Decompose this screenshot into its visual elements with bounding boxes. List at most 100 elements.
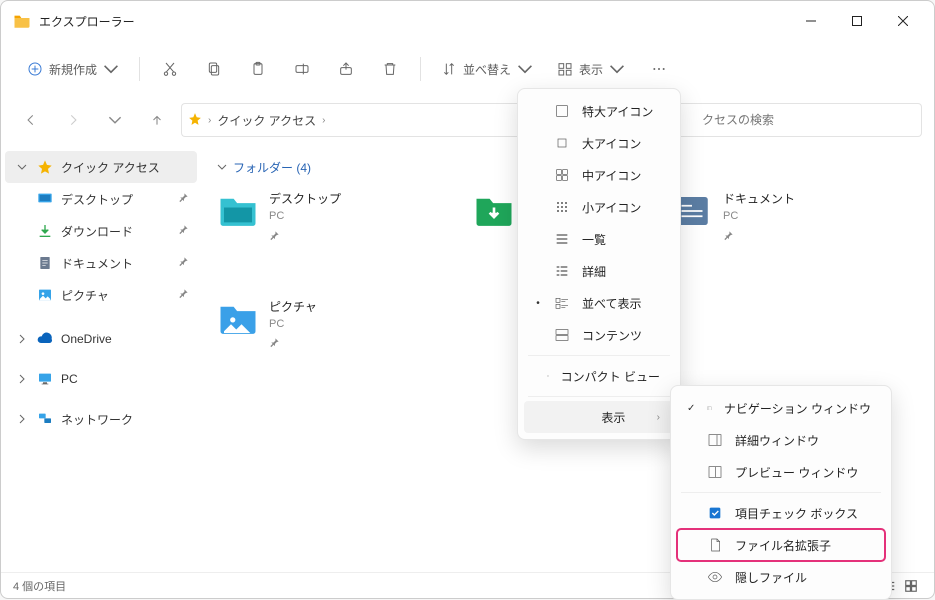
- sidebar-item-desktop[interactable]: デスクトップ: [1, 183, 201, 215]
- grid-icon: [554, 167, 570, 183]
- pane-icon: [707, 432, 723, 448]
- view-label: 表示: [579, 61, 603, 78]
- chevron-right-icon: ›: [322, 115, 325, 126]
- thumbnail-view-button[interactable]: [900, 576, 922, 596]
- view-details[interactable]: 詳細: [524, 255, 674, 287]
- pin-icon: [269, 335, 317, 353]
- minimize-button[interactable]: [788, 5, 834, 37]
- view-compact[interactable]: コンパクト ビュー: [524, 360, 674, 392]
- view-menu: 特大アイコン 大アイコン 中アイコン 小アイコン 一覧 詳細 •並べて表示 コン…: [517, 88, 681, 440]
- show-file-extensions[interactable]: ファイル名拡張子: [677, 529, 885, 561]
- grid-icon: [554, 135, 570, 151]
- view-extra-large[interactable]: 特大アイコン: [524, 95, 674, 127]
- tiles-icon: [554, 295, 570, 311]
- pin-icon: [178, 256, 189, 270]
- pin-icon: [723, 228, 795, 246]
- view-small[interactable]: 小アイコン: [524, 191, 674, 223]
- pin-icon: [178, 288, 189, 302]
- view-list[interactable]: 一覧: [524, 223, 674, 255]
- share-button[interactable]: [326, 51, 366, 87]
- star-icon: [188, 112, 202, 129]
- search-input[interactable]: [702, 113, 911, 127]
- view-tiles[interactable]: •並べて表示: [524, 287, 674, 319]
- sidebar-item-onedrive[interactable]: OneDrive: [1, 323, 201, 355]
- toolbar: 新規作成 並べ替え 表示: [1, 41, 934, 97]
- sort-button[interactable]: 並べ替え: [431, 51, 543, 87]
- view-content[interactable]: コンテンツ: [524, 319, 674, 351]
- new-button[interactable]: 新規作成: [17, 51, 129, 87]
- copy-button[interactable]: [194, 51, 234, 87]
- view-large[interactable]: 大アイコン: [524, 127, 674, 159]
- folder-item-desktop[interactable]: デスクトップ PC: [217, 190, 447, 246]
- maximize-button[interactable]: [834, 5, 880, 37]
- grid-icon: [554, 199, 570, 215]
- recent-button[interactable]: [97, 102, 133, 138]
- view-medium[interactable]: 中アイコン: [524, 159, 674, 191]
- show-submenu: ✓ナビゲーション ウィンドウ 詳細ウィンドウ プレビュー ウィンドウ 項目チェッ…: [670, 385, 892, 600]
- more-button[interactable]: [639, 51, 679, 87]
- view-button[interactable]: 表示: [547, 51, 635, 87]
- document-icon: [37, 255, 53, 271]
- close-button[interactable]: [880, 5, 926, 37]
- pane-icon: [707, 464, 723, 480]
- pin-icon: [178, 224, 189, 238]
- forward-button[interactable]: [55, 102, 91, 138]
- item-sub: PC: [723, 208, 795, 225]
- sidebar-item-downloads[interactable]: ダウンロード: [1, 215, 201, 247]
- show-details-pane[interactable]: 詳細ウィンドウ: [677, 424, 885, 456]
- sidebar-item-quick-access[interactable]: クイック アクセス: [5, 151, 197, 183]
- item-name: デスクトップ: [269, 190, 341, 208]
- sidebar-item-label: クイック アクセス: [61, 159, 160, 176]
- download-icon: [37, 223, 53, 239]
- sidebar-item-label: デスクトップ: [61, 191, 133, 208]
- show-hidden-files[interactable]: 隠しファイル: [677, 561, 885, 593]
- nav-row: › クイック アクセス ›: [1, 97, 934, 143]
- sidebar-item-label: ピクチャ: [61, 287, 109, 304]
- chevron-right-icon: [15, 412, 29, 426]
- sidebar-item-pictures[interactable]: ピクチャ: [1, 279, 201, 311]
- show-preview-pane[interactable]: プレビュー ウィンドウ: [677, 456, 885, 488]
- downloads-folder-icon: [473, 190, 515, 232]
- desktop-folder-icon: [217, 190, 259, 232]
- chevron-down-icon: [217, 161, 227, 175]
- search-box[interactable]: [692, 103, 922, 137]
- show-item-checkboxes[interactable]: 項目チェック ボックス: [677, 497, 885, 529]
- monitor-icon: [37, 371, 53, 387]
- content-icon: [554, 327, 570, 343]
- item-name: ピクチャ: [269, 298, 317, 316]
- sidebar-item-label: OneDrive: [61, 332, 112, 346]
- eye-icon: [707, 569, 723, 585]
- checkbox-icon: [707, 505, 723, 521]
- cut-button[interactable]: [150, 51, 190, 87]
- folder-item-documents[interactable]: ドキュメント PC: [671, 190, 901, 246]
- up-button[interactable]: [139, 102, 175, 138]
- sidebar-item-documents[interactable]: ドキュメント: [1, 247, 201, 279]
- item-sub: PC: [269, 316, 317, 333]
- sidebar-item-label: ドキュメント: [61, 255, 133, 272]
- pin-icon: [178, 192, 189, 206]
- sidebar-item-label: ネットワーク: [61, 411, 133, 428]
- rename-button[interactable]: [282, 51, 322, 87]
- sidebar-item-network[interactable]: ネットワーク: [1, 403, 201, 435]
- file-icon: [707, 537, 723, 553]
- sidebar: クイック アクセス デスクトップ ダウンロード ドキュメント ピクチャ: [1, 143, 201, 572]
- delete-button[interactable]: [370, 51, 410, 87]
- window-title: エクスプローラー: [39, 13, 135, 30]
- desktop-icon: [37, 191, 53, 207]
- folder-item-downloads[interactable]: [473, 190, 515, 246]
- view-show-submenu[interactable]: 表示›: [524, 401, 674, 433]
- back-button[interactable]: [13, 102, 49, 138]
- folder-item-pictures[interactable]: ピクチャ PC: [217, 298, 447, 354]
- paste-button[interactable]: [238, 51, 278, 87]
- chevron-right-icon: ›: [208, 115, 211, 126]
- cloud-icon: [37, 331, 53, 347]
- sidebar-item-label: PC: [61, 372, 78, 386]
- item-name: ドキュメント: [723, 190, 795, 208]
- show-nav-pane[interactable]: ✓ナビゲーション ウィンドウ: [677, 392, 885, 424]
- chevron-right-icon: ›: [657, 412, 660, 423]
- sidebar-item-pc[interactable]: PC: [1, 363, 201, 395]
- new-label: 新規作成: [49, 61, 97, 78]
- grid-icon: [554, 103, 570, 119]
- breadcrumb-root[interactable]: クイック アクセス: [217, 112, 316, 129]
- star-icon: [37, 159, 53, 175]
